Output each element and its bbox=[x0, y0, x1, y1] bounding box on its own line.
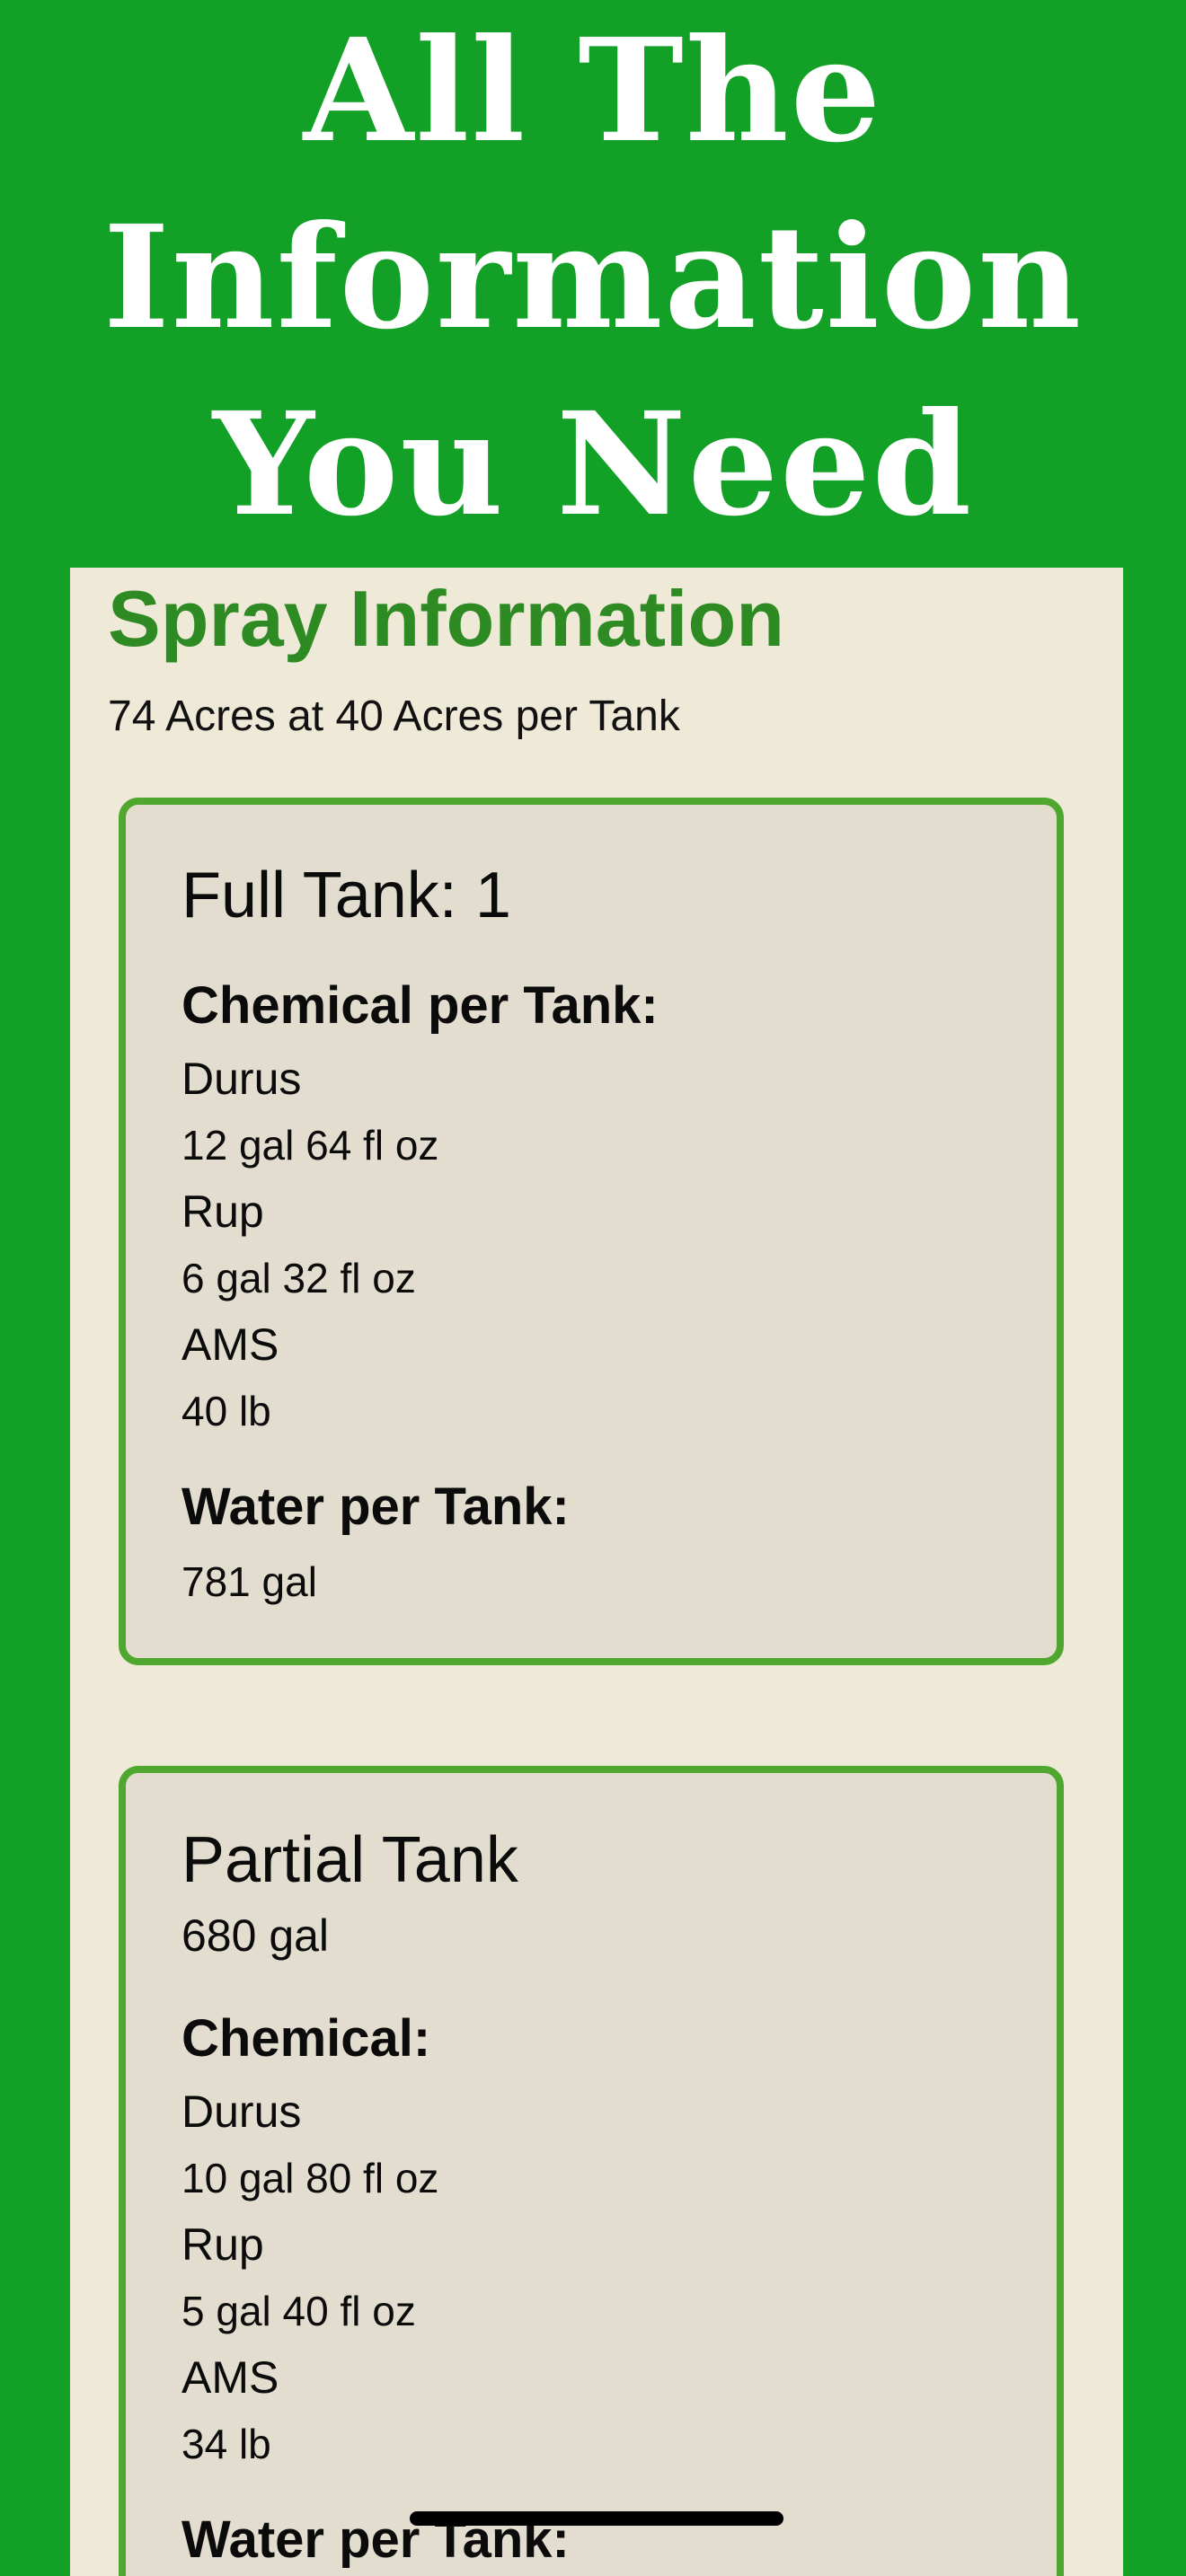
chemical-heading: Chemical: bbox=[181, 2009, 431, 2068]
full-tank-card: Full Tank: 1 Chemical per Tank: Durus 12… bbox=[119, 798, 1064, 1665]
chemical-name: Rup bbox=[181, 1187, 264, 1237]
water-amount: 781 gal bbox=[181, 1558, 317, 1605]
chemical-name: AMS bbox=[181, 2352, 279, 2403]
chemical-amount: 40 lb bbox=[181, 1388, 271, 1434]
hero-line-1: All The bbox=[303, 8, 883, 174]
water-heading: Water per Tank: bbox=[181, 1478, 570, 1536]
chemical-name: Durus bbox=[181, 2086, 302, 2137]
chemical-amount: 10 gal 80 fl oz bbox=[181, 2155, 439, 2201]
partial-tank-volume: 680 gal bbox=[181, 1910, 330, 1961]
chemical-name: AMS bbox=[181, 1319, 279, 1370]
partial-tank-title: Partial Tank bbox=[181, 1824, 518, 1896]
full-tank-title: Full Tank: 1 bbox=[181, 860, 511, 931]
hero-line-3: You Need bbox=[212, 382, 974, 548]
chemical-heading: Chemical per Tank: bbox=[181, 976, 659, 1035]
partial-tank-card: Partial Tank 680 gal Chemical: Durus 10 … bbox=[119, 1766, 1064, 2576]
hero-line-2: Information bbox=[102, 195, 1084, 361]
home-indicator[interactable] bbox=[410, 2511, 783, 2526]
spray-info-panel[interactable]: Spray Information 74 Acres at 40 Acres p… bbox=[70, 568, 1123, 2576]
chemical-amount: 6 gal 32 fl oz bbox=[181, 1255, 416, 1301]
acreage-summary: 74 Acres at 40 Acres per Tank bbox=[108, 693, 680, 740]
chemical-amount: 12 gal 64 fl oz bbox=[181, 1122, 439, 1169]
panel-title: Spray Information bbox=[108, 574, 784, 663]
hero-banner: All The Information You Need bbox=[0, 0, 1186, 557]
chemical-name: Durus bbox=[181, 1054, 302, 1104]
chemical-name: Rup bbox=[181, 2219, 264, 2270]
chemical-amount: 5 gal 40 fl oz bbox=[181, 2288, 416, 2334]
chemical-amount: 34 lb bbox=[181, 2421, 271, 2467]
